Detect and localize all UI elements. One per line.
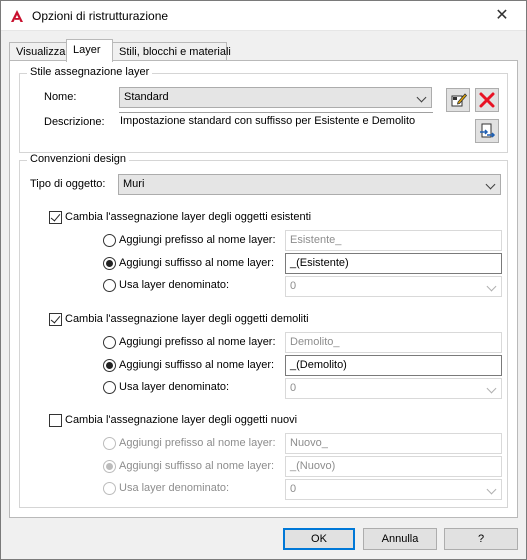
existing-named-combo[interactable]: 0 — [285, 276, 502, 297]
new-named-label: Usa layer denominato: — [119, 482, 230, 494]
style-name-combo[interactable]: Standard — [119, 87, 432, 108]
dialog-window: Opzioni di ristrutturazione ✕ Visualizza… — [0, 0, 527, 560]
demolished-objects-checkbox[interactable] — [49, 313, 62, 326]
edit-style-button[interactable] — [446, 88, 470, 112]
existing-suffix-radio[interactable] — [103, 257, 116, 270]
demolished-named-value: 0 — [290, 382, 297, 394]
object-type-label: Tipo di oggetto: — [30, 178, 106, 190]
existing-objects-checkbox[interactable] — [49, 211, 62, 224]
new-prefix-field[interactable]: Nuovo_ — [285, 433, 502, 454]
new-prefix-radio[interactable] — [103, 437, 116, 450]
existing-suffix-field[interactable]: _(Esistente) — [285, 253, 502, 274]
new-objects-checkbox[interactable] — [49, 414, 62, 427]
demolished-suffix-radio[interactable] — [103, 359, 116, 372]
existing-named-label: Usa layer denominato: — [119, 279, 230, 291]
ok-button[interactable]: OK — [283, 528, 355, 550]
tab-stili-blocchi-materiali[interactable]: Stili, blocchi e materiali — [112, 42, 231, 61]
cancel-button[interactable]: Annulla — [363, 528, 437, 550]
autocad-app-icon — [11, 10, 23, 22]
new-named-value: 0 — [290, 483, 297, 495]
name-label: Nome: — [44, 91, 77, 103]
demolished-prefix-field[interactable]: Demolito_ — [285, 332, 502, 353]
demolished-named-radio[interactable] — [103, 381, 116, 394]
new-suffix-radio[interactable] — [103, 460, 116, 473]
style-name-value: Standard — [124, 91, 169, 103]
existing-named-value: 0 — [290, 280, 297, 292]
existing-prefix-radio[interactable] — [103, 234, 116, 247]
demolished-suffix-field[interactable]: _(Demolito) — [285, 355, 502, 376]
help-button[interactable]: ? — [444, 528, 518, 550]
object-type-value: Muri — [123, 178, 145, 190]
layer-style-group-title: Stile assegnazione layer — [27, 66, 153, 78]
delete-style-button[interactable] — [475, 88, 499, 112]
description-label: Descrizione: — [44, 116, 105, 128]
new-suffix-label: Aggiungi suffisso al nome layer: — [119, 460, 275, 472]
design-group-title: Convenzioni design — [27, 153, 130, 165]
new-named-combo[interactable]: 0 — [285, 479, 502, 500]
tab-panel-layer: Stile assegnazione layer Nome: Standard … — [9, 60, 518, 518]
existing-prefix-field[interactable]: Esistente_ — [285, 230, 502, 251]
existing-objects-label: Cambia l'assegnazione layer degli oggett… — [65, 211, 312, 223]
existing-suffix-label: Aggiungi suffisso al nome layer: — [119, 257, 275, 269]
chevron-down-icon — [416, 92, 427, 103]
chevron-down-icon — [486, 383, 497, 394]
demolished-named-label: Usa layer denominato: — [119, 381, 230, 393]
tab-visualizza[interactable]: Visualizza — [9, 42, 67, 61]
description-value: Impostazione standard con suffisso per E… — [120, 115, 416, 127]
chevron-down-icon — [486, 281, 497, 292]
description-top-border — [119, 112, 433, 113]
chevron-down-icon — [486, 484, 497, 495]
edit-style-icon — [451, 93, 468, 107]
new-prefix-label: Aggiungi prefisso al nome layer: — [119, 437, 276, 449]
new-objects-label: Cambia l'assegnazione layer degli oggett… — [65, 414, 298, 426]
demolished-suffix-label: Aggiungi suffisso al nome layer: — [119, 359, 275, 371]
new-named-radio[interactable] — [103, 482, 116, 495]
demolished-objects-label: Cambia l'assegnazione layer degli oggett… — [65, 313, 309, 325]
delete-icon — [479, 92, 495, 108]
demolished-prefix-label: Aggiungi prefisso al nome layer: — [119, 336, 276, 348]
title-bar: Opzioni di ristrutturazione ✕ — [1, 1, 526, 31]
import-export-button[interactable] — [475, 119, 499, 143]
tab-layer[interactable]: Layer — [66, 39, 113, 62]
design-conventions-group: Convenzioni design Tipo di oggetto: Muri… — [19, 153, 508, 508]
existing-named-radio[interactable] — [103, 279, 116, 292]
close-icon[interactable]: ✕ — [482, 1, 522, 31]
object-type-combo[interactable]: Muri — [118, 174, 501, 195]
import-export-icon — [480, 123, 496, 138]
chevron-down-icon — [485, 179, 496, 190]
demolished-prefix-radio[interactable] — [103, 336, 116, 349]
window-title: Opzioni di ristrutturazione — [32, 9, 169, 23]
layer-style-group: Stile assegnazione layer Nome: Standard … — [19, 66, 508, 153]
new-suffix-field[interactable]: _(Nuovo) — [285, 456, 502, 477]
existing-prefix-label: Aggiungi prefisso al nome layer: — [119, 234, 276, 246]
demolished-named-combo[interactable]: 0 — [285, 378, 502, 399]
